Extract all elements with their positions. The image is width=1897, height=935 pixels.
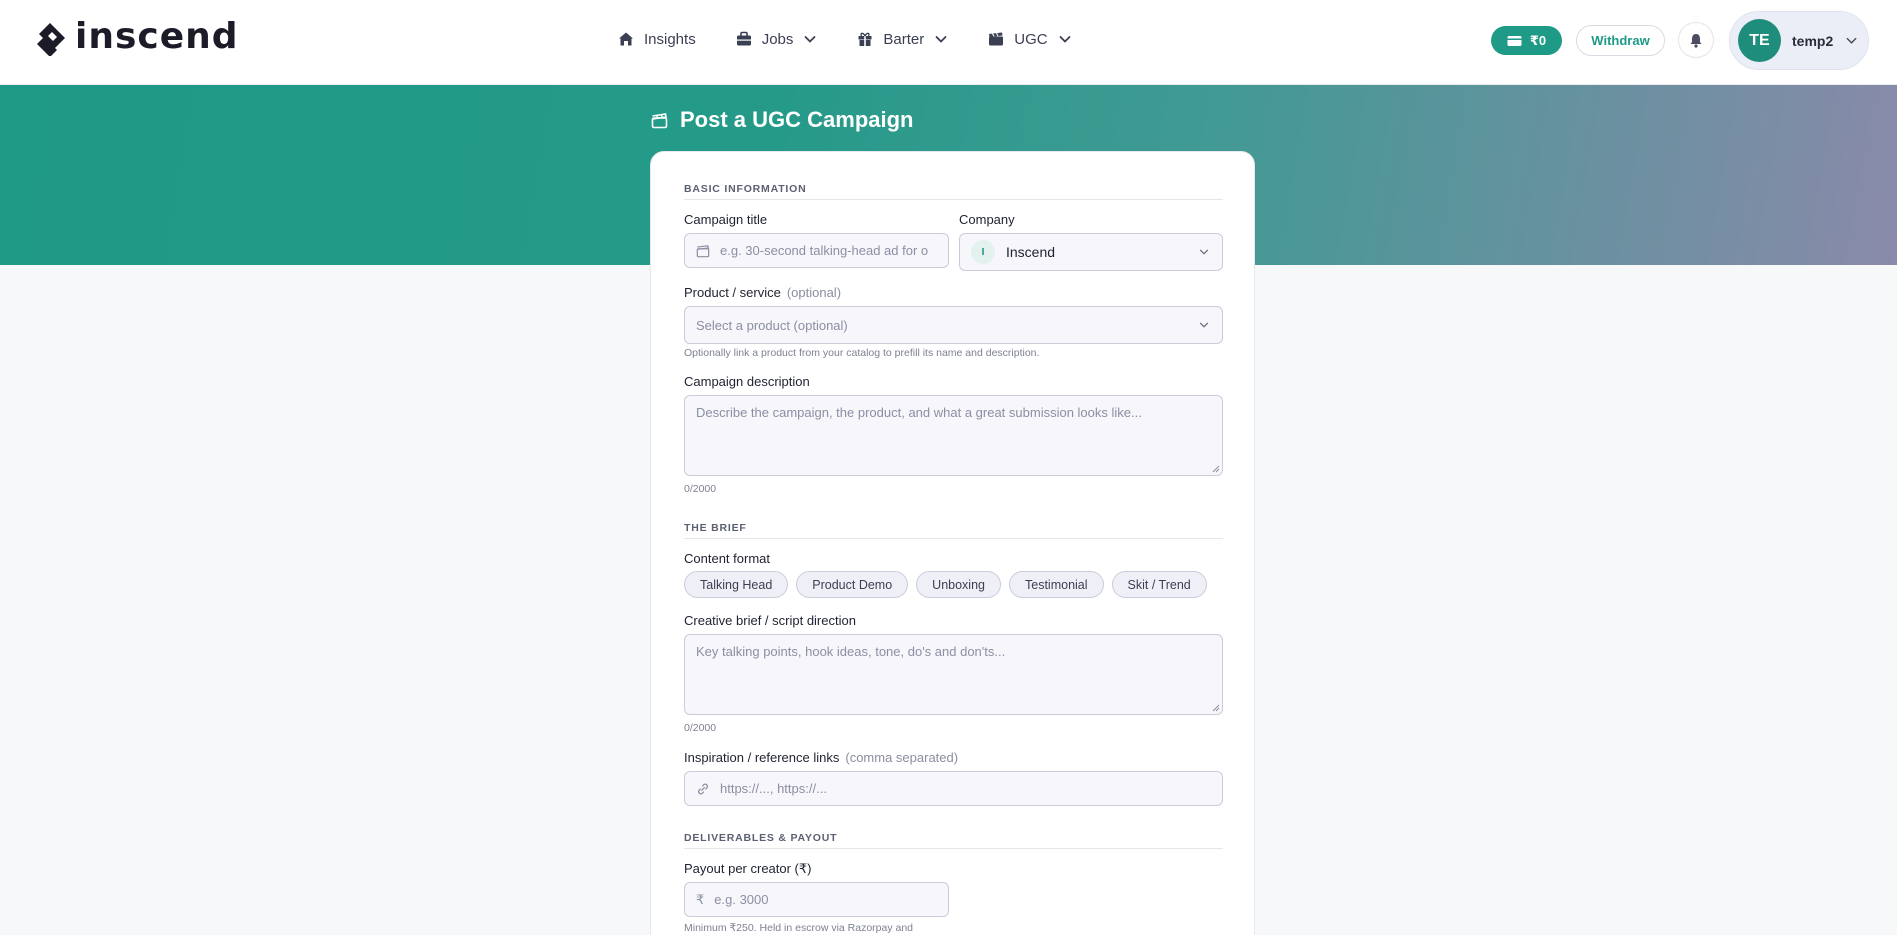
nav-label-barter: Barter xyxy=(883,30,925,48)
user-menu-button[interactable]: TE temp2 xyxy=(1729,11,1869,70)
payout-input[interactable]: ₹ e.g. 3000 xyxy=(684,882,949,917)
creative-brief-textarea[interactable]: Key talking points, hook ideas, tone, do… xyxy=(684,634,1223,715)
chevron-down-icon xyxy=(1059,36,1070,43)
withdraw-button[interactable]: Withdraw xyxy=(1576,25,1665,56)
resize-handle-icon[interactable] xyxy=(1212,465,1220,473)
product-label-text: Product / service xyxy=(684,285,781,300)
home-icon xyxy=(619,32,633,46)
payout-placeholder: e.g. 3000 xyxy=(714,892,769,907)
campaign-title-placeholder: e.g. 30-second talking-head ad for o xyxy=(720,243,929,258)
reference-links-placeholder: https://..., https://... xyxy=(720,781,827,796)
reference-links-label-text: Inspiration / reference links xyxy=(684,750,840,765)
format-chip-talking-head[interactable]: Talking Head xyxy=(684,571,789,598)
brand-name: inscend xyxy=(75,16,239,57)
content-format-options: Talking Head Product Demo Unboxing Testi… xyxy=(684,571,1207,598)
wallet-balance: ₹0 xyxy=(1529,32,1547,48)
chevron-down-icon xyxy=(804,36,816,43)
resize-handle-icon[interactable] xyxy=(1212,704,1220,712)
main-nav: Insights Jobs Barter UGC xyxy=(618,27,1112,51)
payout-help-text: Minimum ₹250. Held in escrow via Razorpa… xyxy=(684,922,914,934)
clapperboard-icon xyxy=(651,112,668,128)
rupee-icon: ₹ xyxy=(696,891,705,907)
avatar: TE xyxy=(1738,19,1781,62)
notifications-button[interactable] xyxy=(1678,22,1714,58)
payout-label: Payout per creator (₹) xyxy=(684,861,812,876)
nav-item-barter[interactable]: Barter xyxy=(857,27,948,51)
product-select-placeholder: Select a product (optional) xyxy=(696,317,848,333)
section-divider xyxy=(684,848,1223,849)
nav-label-ugc: UGC xyxy=(1014,30,1048,48)
chevron-down-icon xyxy=(1846,37,1857,44)
wallet-balance-button[interactable]: ₹0 xyxy=(1491,26,1562,55)
section-heading-brief: THE BRIEF xyxy=(684,522,747,534)
company-avatar: I xyxy=(971,240,995,264)
section-divider xyxy=(684,538,1223,539)
company-label: Company xyxy=(959,212,1015,227)
wallet-icon xyxy=(1507,35,1522,46)
chevron-down-icon xyxy=(1199,322,1209,328)
reference-links-hint: (comma separated) xyxy=(845,750,959,765)
content-format-label: Content format xyxy=(684,551,770,566)
creative-brief-label: Creative brief / script direction xyxy=(684,613,856,628)
link-icon xyxy=(698,783,708,794)
campaign-description-placeholder: Describe the campaign, the product, and … xyxy=(696,405,1142,420)
format-chip-testimonial[interactable]: Testimonial xyxy=(1009,571,1104,598)
company-select[interactable]: I Inscend xyxy=(959,233,1223,271)
product-optional-hint: (optional) xyxy=(786,285,842,300)
nav-item-insights[interactable]: Insights xyxy=(618,27,696,51)
campaign-form-card: BASIC INFORMATION Campaign title e.g. 30… xyxy=(650,151,1255,935)
reference-links-input[interactable]: https://..., https://... xyxy=(684,771,1223,806)
bell-icon xyxy=(1690,33,1702,48)
section-divider xyxy=(684,199,1223,200)
campaign-title-input[interactable]: e.g. 30-second talking-head ad for o xyxy=(684,233,949,268)
format-chip-product-demo[interactable]: Product Demo xyxy=(796,571,909,598)
clapperboard-icon xyxy=(989,32,1004,46)
chevron-down-icon xyxy=(1199,249,1209,255)
reference-links-label: Inspiration / reference links (comma sepa… xyxy=(684,750,958,765)
nav-item-jobs[interactable]: Jobs xyxy=(736,27,818,51)
page-title-text: Post a UGC Campaign xyxy=(680,107,914,132)
brief-char-count: 0/2000 xyxy=(684,722,717,734)
product-label: Product / service (optional) xyxy=(684,285,841,300)
creative-brief-placeholder: Key talking points, hook ideas, tone, do… xyxy=(696,644,1006,659)
user-name: temp2 xyxy=(1792,32,1834,49)
clapperboard-icon xyxy=(696,244,710,257)
top-navigation-bar: inscend Insights Jobs Barter UGC ₹0 With… xyxy=(0,0,1897,85)
brand-logo[interactable]: inscend xyxy=(35,18,239,56)
inscend-logo-icon xyxy=(37,23,65,56)
company-selected-value: Inscend xyxy=(1006,244,1056,260)
product-help-text: Optionally link a product from your cata… xyxy=(684,347,1040,359)
section-heading-basic: BASIC INFORMATION xyxy=(684,183,807,195)
campaign-title-label: Campaign title xyxy=(684,212,768,227)
format-chip-unboxing[interactable]: Unboxing xyxy=(916,571,1001,598)
page-title: Post a UGC Campaign xyxy=(651,107,913,133)
briefcase-icon xyxy=(736,31,751,46)
nav-item-ugc[interactable]: UGC xyxy=(988,27,1071,51)
nav-label-jobs: Jobs xyxy=(761,30,794,48)
campaign-description-label: Campaign description xyxy=(684,374,810,389)
gift-icon xyxy=(858,32,872,46)
campaign-description-textarea[interactable]: Describe the campaign, the product, and … xyxy=(684,395,1223,476)
description-char-count: 0/2000 xyxy=(684,483,717,495)
section-heading-payout: DELIVERABLES & PAYOUT xyxy=(684,832,838,844)
chevron-down-icon xyxy=(935,36,947,43)
nav-label-insights: Insights xyxy=(644,30,696,48)
format-chip-skit-trend[interactable]: Skit / Trend xyxy=(1111,571,1207,598)
product-select[interactable]: Select a product (optional) xyxy=(684,306,1223,344)
